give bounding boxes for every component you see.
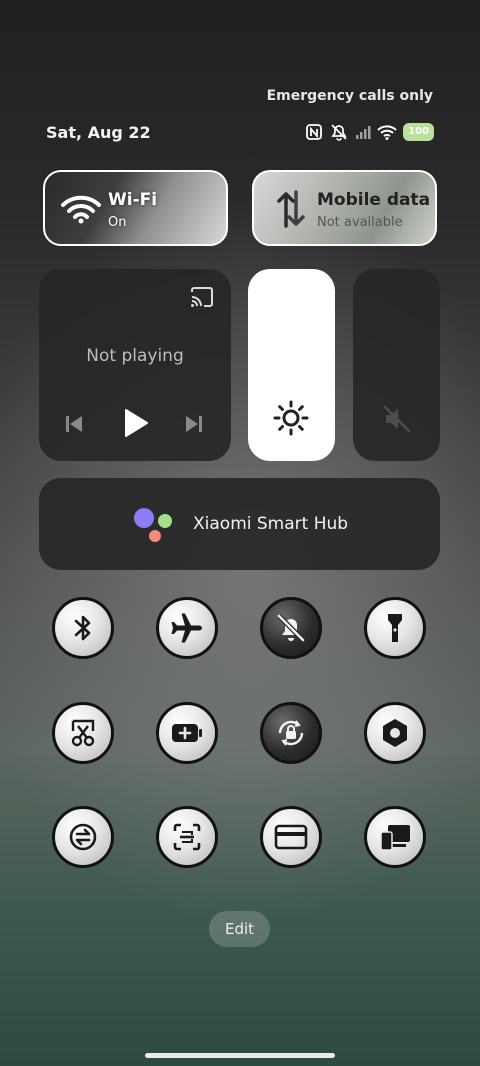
status-icons: 100 [305, 122, 434, 142]
screenshot-toggle[interactable] [52, 702, 114, 764]
settings-toggle[interactable] [364, 702, 426, 764]
wifi-icon [61, 195, 101, 224]
wifi-title: Wi-Fi [108, 190, 158, 210]
mobile-data-status: Not available [317, 215, 403, 230]
volume-slider[interactable] [353, 269, 440, 461]
cards-toggle[interactable] [260, 806, 322, 868]
sun-icon [273, 400, 309, 436]
rotation-lock-icon [278, 720, 304, 746]
media-player-card[interactable]: Not playing [39, 269, 231, 461]
battery-saver-toggle[interactable] [156, 702, 218, 764]
sync-toggle[interactable] [52, 806, 114, 868]
data-arrows-icon [277, 190, 305, 228]
smart-hub-label: Xiaomi Smart Hub [193, 514, 349, 534]
mobile-data-title: Mobile data [317, 190, 431, 210]
mobile-data-tile[interactable]: Mobile data Not available [252, 170, 437, 246]
cast-icon[interactable] [189, 286, 215, 308]
card-icon [274, 824, 308, 850]
airplane-toggle[interactable] [156, 597, 218, 659]
silent-toggle[interactable] [260, 597, 322, 659]
media-status: Not playing [86, 346, 184, 366]
flashlight-icon [388, 614, 402, 642]
gear-hex-icon [383, 719, 407, 747]
bluetooth-icon [74, 615, 91, 641]
previous-icon[interactable] [64, 414, 84, 434]
flashlight-toggle[interactable] [364, 597, 426, 659]
edit-button[interactable]: Edit [209, 911, 270, 947]
wifi-icon [377, 125, 397, 140]
brightness-slider[interactable] [248, 269, 335, 461]
signal-icon [356, 126, 371, 139]
sync-icon [69, 823, 97, 851]
wifi-tile[interactable]: Wi-Fi On [43, 170, 228, 246]
smart-hub-card[interactable]: Xiaomi Smart Hub [39, 478, 440, 570]
emergency-calls-text: Emergency calls only [266, 88, 433, 104]
scan-icon [173, 823, 201, 851]
battery-plus-icon [172, 724, 202, 742]
scissors-icon [71, 719, 95, 747]
play-icon[interactable] [123, 408, 149, 438]
battery-icon: 100 [403, 123, 434, 141]
mute-icon [331, 124, 347, 141]
home-indicator[interactable] [145, 1053, 335, 1058]
bluetooth-toggle[interactable] [52, 597, 114, 659]
nfc-icon [306, 124, 323, 140]
rotation-lock-toggle[interactable] [260, 702, 322, 764]
airplane-icon [171, 613, 202, 643]
devices-icon [380, 825, 410, 851]
devices-toggle[interactable] [364, 806, 426, 868]
bell-off-icon [277, 614, 305, 642]
volume-mute-icon [383, 405, 411, 433]
smart-hub-icon [134, 508, 172, 542]
date-label: Sat, Aug 22 [46, 123, 151, 142]
wifi-status: On [108, 215, 127, 230]
scanner-toggle[interactable] [156, 806, 218, 868]
next-icon[interactable] [184, 414, 204, 434]
